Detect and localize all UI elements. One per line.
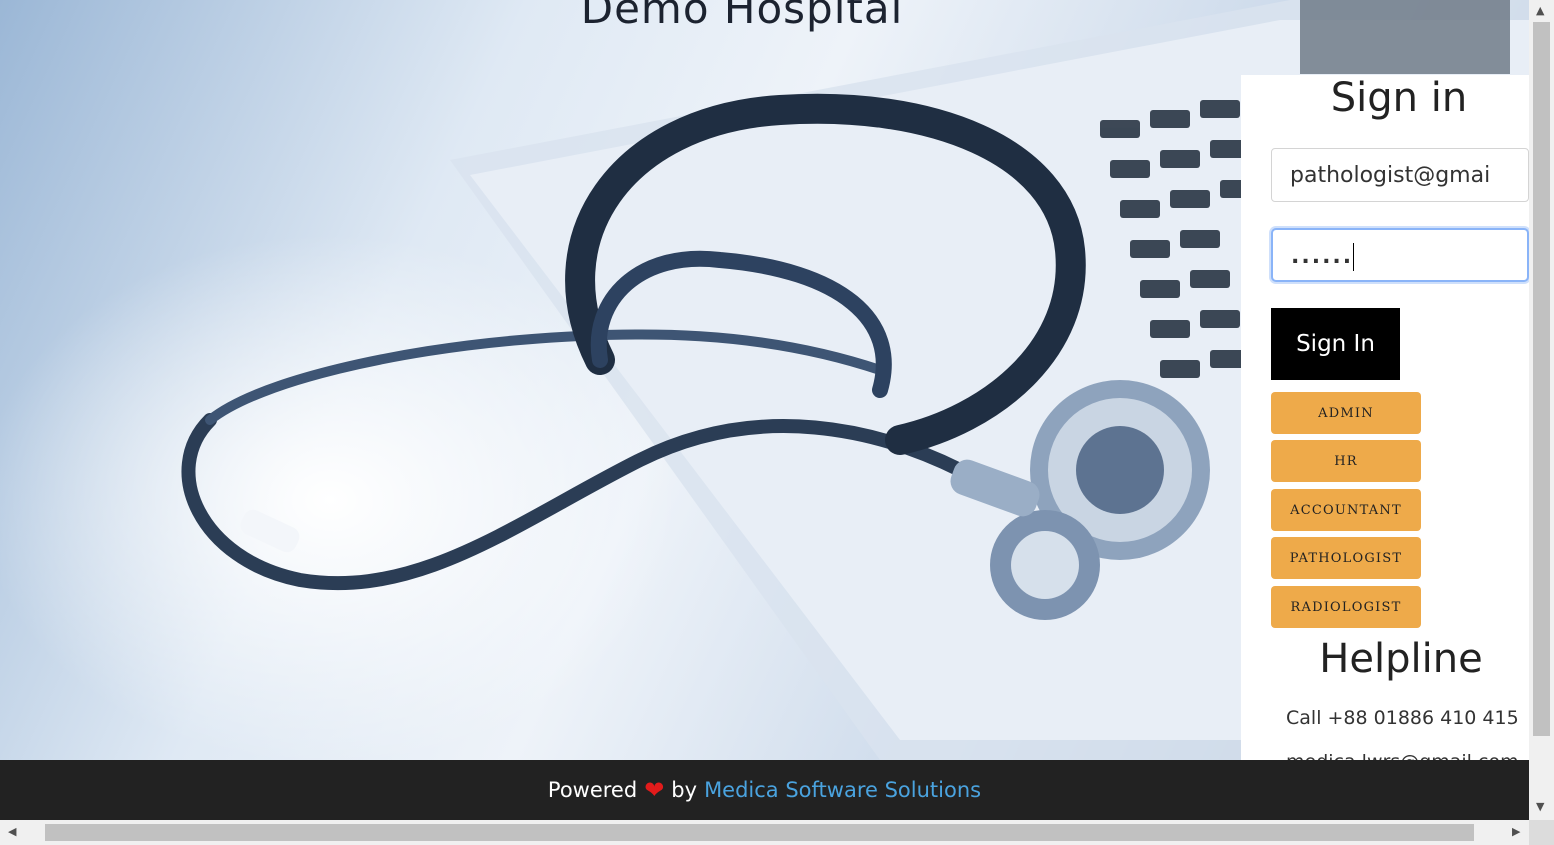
password-field-value: ...... bbox=[1291, 244, 1354, 269]
footer-by-text: by bbox=[671, 778, 698, 802]
vertical-scrollbar[interactable]: ▲ ▼ bbox=[1529, 0, 1554, 820]
helpline-email: medica.lwrs@gmail.com bbox=[1286, 751, 1519, 760]
arrow-right-icon[interactable]: ▶ bbox=[1512, 825, 1520, 838]
signin-title: Sign in bbox=[1330, 75, 1468, 121]
helpline-title: Helpline bbox=[1319, 636, 1483, 682]
footer: Powered ❤ by Medica Software Solutions bbox=[0, 760, 1529, 820]
role-button-radiologist[interactable]: RADIOLOGIST bbox=[1271, 586, 1421, 628]
page-title: Demo Hospital bbox=[580, 0, 904, 33]
signin-button[interactable]: Sign In bbox=[1271, 308, 1400, 380]
email-field-value: pathologist@gmai bbox=[1290, 163, 1491, 188]
role-button-accountant[interactable]: ACCOUNTANT bbox=[1271, 489, 1421, 531]
footer-powered-text: Powered bbox=[547, 778, 638, 802]
helpline-phone: Call +88 01886 410 415 bbox=[1286, 707, 1519, 729]
text-caret bbox=[1353, 243, 1355, 271]
arrow-left-icon[interactable]: ◀ bbox=[8, 825, 16, 838]
arrow-up-icon[interactable]: ▲ bbox=[1536, 4, 1544, 17]
role-button-admin[interactable]: ADMIN bbox=[1271, 392, 1421, 434]
horizontal-scroll-thumb[interactable] bbox=[45, 824, 1474, 841]
heart-icon: ❤ bbox=[644, 776, 665, 804]
vertical-scroll-thumb[interactable] bbox=[1533, 22, 1550, 736]
role-button-pathologist[interactable]: PATHOLOGIST bbox=[1271, 537, 1421, 579]
footer-company-link[interactable]: Medica Software Solutions bbox=[704, 778, 981, 802]
password-field[interactable]: ...... bbox=[1271, 228, 1529, 282]
signin-panel: Sign in pathologist@gmai ...... Sign In … bbox=[1241, 75, 1529, 760]
email-field[interactable]: pathologist@gmai bbox=[1271, 148, 1529, 202]
scrollbar-corner bbox=[1529, 820, 1554, 845]
arrow-down-icon[interactable]: ▼ bbox=[1536, 800, 1544, 813]
role-button-hr[interactable]: HR bbox=[1271, 440, 1421, 482]
horizontal-scrollbar[interactable]: ◀ ▶ bbox=[0, 820, 1529, 845]
